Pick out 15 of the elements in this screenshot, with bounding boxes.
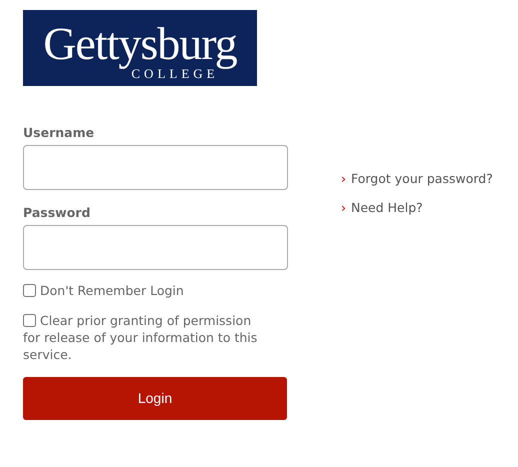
chevron-icon: ›: [341, 171, 346, 186]
chevron-icon: ›: [341, 200, 346, 215]
input-field[interactable]: [23, 224, 288, 270]
checkbox-label[interactable]: Don't Remember Login: [23, 282, 259, 298]
logo-wordmark: Gettysburg: [43, 20, 237, 66]
checkbox[interactable]: [23, 314, 36, 326]
login-button[interactable]: Login: [23, 376, 287, 420]
field-label: Password: [23, 204, 92, 222]
field-label: Username: [23, 124, 96, 142]
logo-subtitle: COLLEGE: [131, 66, 219, 80]
checkbox-label[interactable]: Clear prior granting of permission for release of your information to this service.: [23, 312, 259, 362]
help-link[interactable]: Forgot your password?: [351, 171, 493, 186]
checkbox[interactable]: [23, 284, 36, 296]
input-field[interactable]: [23, 144, 288, 190]
help-link[interactable]: Need Help?: [351, 200, 423, 215]
